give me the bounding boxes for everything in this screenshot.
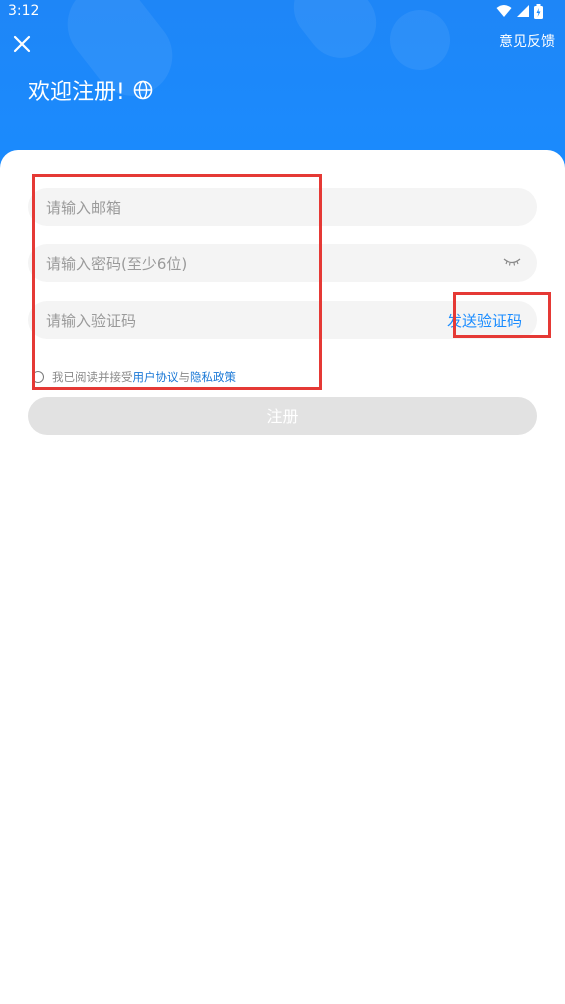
status-icons: [496, 3, 543, 19]
feedback-link[interactable]: 意见反馈: [499, 31, 555, 51]
register-button[interactable]: 注册: [28, 397, 537, 435]
globe-icon[interactable]: [133, 80, 153, 100]
close-icon: [13, 35, 31, 53]
close-button[interactable]: [10, 32, 34, 56]
eye-closed-icon[interactable]: [503, 256, 521, 268]
page-title: 欢迎注册!: [28, 74, 153, 106]
privacy-policy-link[interactable]: 隐私政策: [190, 369, 236, 385]
agreement-prefix: 我已阅读并接受: [52, 370, 133, 384]
code-input[interactable]: [44, 301, 428, 341]
user-agreement-link[interactable]: 用户协议: [133, 369, 179, 385]
battery-icon: [534, 3, 543, 19]
password-input[interactable]: [44, 244, 428, 284]
email-input[interactable]: [44, 188, 428, 228]
wifi-icon: [496, 5, 512, 17]
signal-icon: [517, 5, 529, 17]
status-time: 3:12: [8, 3, 40, 19]
code-field[interactable]: 发送验证码: [28, 301, 537, 341]
email-field[interactable]: [28, 188, 537, 228]
password-field[interactable]: [28, 244, 537, 284]
send-code-button[interactable]: 发送验证码: [447, 310, 522, 331]
agreement-conjunction: 与: [178, 370, 191, 384]
agreement-radio[interactable]: [32, 371, 44, 383]
status-bar: 3:12: [0, 0, 565, 24]
page-title-text: 欢迎注册!: [28, 80, 125, 105]
agreement-row: 我已阅读并接受 用户协议 与 隐私政策: [32, 368, 236, 386]
